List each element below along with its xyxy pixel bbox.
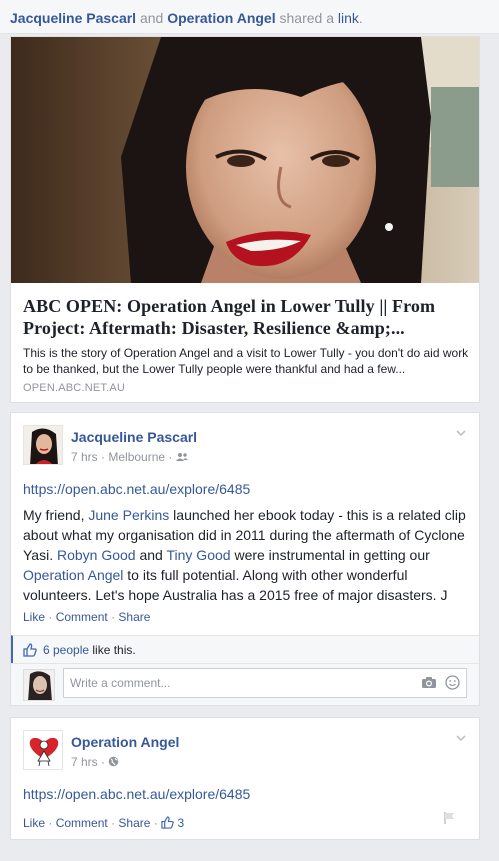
author-link-2[interactable]: Operation Angel [167,10,275,26]
post-body-text: My friend, June Perkins launched her ebo… [23,507,466,603]
mention-robyn-good[interactable]: Robyn Good [57,547,136,563]
conjunction-text: and [139,10,164,26]
share-verb-text: shared a [279,10,334,26]
link-preview-card[interactable]: ABC OPEN: Operation Angel in Lower Tully… [10,36,480,403]
author-link-1[interactable]: Jacqueline Pascarl [10,10,136,26]
friends-icon[interactable] [175,452,188,462]
mention-tiny-good[interactable]: Tiny Good [166,547,230,563]
like-button[interactable]: Like [23,610,45,624]
operation-angel-logo [24,731,62,769]
story-header: Jacqueline Pascarl and Operation Angel s… [0,0,499,34]
chevron-down-icon[interactable] [455,427,467,439]
woman-portrait-illustration [11,37,479,283]
avatar[interactable] [23,730,63,770]
comment-composer [11,663,479,705]
link-preview-description: This is the story of Operation Angel and… [23,346,469,376]
post-operation-angel: Operation Angel 7 hrs · https://open.abc… [10,717,480,840]
post-author[interactable]: Jacqueline Pascarl [71,429,197,445]
thumbs-up-icon [23,643,37,657]
flag-icon[interactable] [443,811,457,825]
post-actions: Like · Comment · Share [23,610,151,624]
post-meta: 7 hrs · [71,755,119,769]
mention-june-perkins[interactable]: June Perkins [88,507,169,523]
camera-icon[interactable] [421,676,437,689]
share-attribution: Jacqueline Pascarl and Operation Angel s… [10,10,363,26]
like-count[interactable]: 3 [177,816,184,830]
commenter-photo [24,670,54,700]
shared-link-word[interactable]: link [338,10,359,26]
avatar-photo [24,426,62,464]
chevron-down-icon[interactable] [455,732,467,744]
post-timestamp[interactable]: 7 hrs [71,450,98,464]
link-preview-domain: OPEN.ABC.NET.AU [23,382,126,394]
post-author[interactable]: Operation Angel [71,734,179,750]
post-meta: 7 hrs · Melbourne · [71,450,188,464]
comment-button[interactable]: Comment [56,816,108,830]
post-location[interactable]: Melbourne [108,450,165,464]
post-url-link[interactable]: https://open.abc.net.au/explore/6485 [23,786,250,802]
share-period: . [358,10,363,26]
mention-operation-angel[interactable]: Operation Angel [23,567,123,583]
thumbs-up-icon[interactable] [161,816,174,829]
comment-button[interactable]: Comment [56,610,108,624]
avatar[interactable] [23,669,55,701]
post-actions: Like · Comment · Share · 3 [23,816,185,830]
likes-summary: 6 people like this. [11,635,479,663]
like-button[interactable]: Like [23,816,45,830]
share-button[interactable]: Share [118,610,150,624]
link-preview-title[interactable]: ABC OPEN: Operation Angel in Lower Tully… [23,295,469,339]
share-button[interactable]: Share [118,816,150,830]
post-url-link[interactable]: https://open.abc.net.au/explore/6485 [23,481,250,497]
post-jacqueline: Jacqueline Pascarl 7 hrs · Melbourne · h… [10,412,480,706]
emoji-icon[interactable] [445,675,460,690]
post-timestamp[interactable]: 7 hrs [71,755,98,769]
avatar[interactable] [23,425,63,465]
comment-input[interactable] [63,668,467,698]
likes-people-link[interactable]: 6 people [43,643,89,657]
link-preview-image[interactable] [11,37,479,283]
globe-icon[interactable] [108,756,119,767]
